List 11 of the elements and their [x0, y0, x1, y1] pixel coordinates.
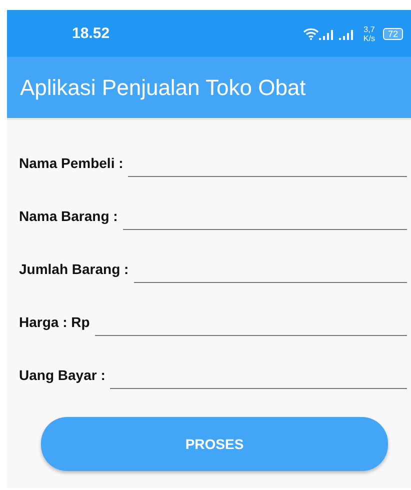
app-title: Aplikasi Penjualan Toko Obat: [20, 74, 306, 100]
wifi-icon: [303, 28, 320, 40]
network-speed: 3,7 K/s: [363, 24, 375, 42]
battery-level: 72: [382, 28, 403, 40]
field-label: Nama Barang :: [19, 208, 118, 226]
field-label: Nama Pembeli :: [19, 155, 124, 173]
clock-time: 18.52: [72, 25, 111, 42]
field-label: Harga : Rp: [19, 314, 90, 332]
field-label: Jumlah Barang :: [19, 261, 129, 279]
proses-button[interactable]: PROSES: [41, 417, 388, 471]
field-label: Uang Bayar :: [19, 367, 106, 385]
